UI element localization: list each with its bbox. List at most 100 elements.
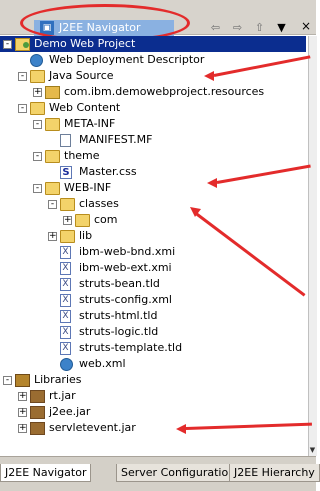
tree-label: j2ee.jar bbox=[49, 405, 91, 418]
tree-row[interactable]: Xstruts-logic.tld bbox=[0, 324, 306, 340]
folder-icon bbox=[45, 118, 60, 131]
tree-label: ibm-web-bnd.xmi bbox=[79, 245, 176, 258]
tree-row[interactable]: + com bbox=[0, 212, 306, 228]
tree-row[interactable]: + lib bbox=[0, 228, 306, 244]
expand-icon[interactable]: + bbox=[63, 216, 72, 225]
back-icon[interactable]: ⇦ bbox=[209, 21, 222, 34]
web-xml-icon bbox=[60, 358, 73, 371]
folder-icon bbox=[45, 150, 60, 163]
tree-row[interactable]: Xstruts-template.tld bbox=[0, 340, 306, 356]
source-folder-icon bbox=[30, 70, 45, 83]
forward-icon[interactable]: ⇨ bbox=[231, 21, 244, 34]
tree-label: classes bbox=[79, 197, 119, 210]
jar-icon bbox=[30, 422, 45, 435]
collapse-icon[interactable]: - bbox=[48, 200, 57, 209]
annotation-arrowhead-java-source bbox=[204, 71, 214, 81]
tree-label: struts-html.tld bbox=[79, 309, 158, 322]
collapse-icon[interactable]: - bbox=[18, 104, 27, 113]
scroll-down-arrow[interactable]: ▼ bbox=[309, 446, 316, 456]
expand-icon[interactable]: + bbox=[48, 232, 57, 241]
tree-row[interactable]: S Master.css bbox=[0, 164, 306, 180]
tree-row[interactable]: - Web Content bbox=[0, 100, 306, 116]
tree-row[interactable]: + rt.jar bbox=[0, 388, 306, 404]
tree-row[interactable]: - WEB-INF bbox=[0, 180, 306, 196]
annotation-arrowhead-libraries bbox=[176, 424, 186, 434]
folder-icon bbox=[75, 214, 90, 227]
jar-icon bbox=[30, 406, 45, 419]
tree-label: struts-logic.tld bbox=[79, 325, 159, 338]
bottom-tabs: J2EE Navigator Server Configuration J2EE… bbox=[0, 456, 320, 491]
project-icon bbox=[15, 38, 30, 51]
navigator-titlebar: ▣ J2EE Navigator ⇦ ⇨ ⇧ ▼ × bbox=[0, 0, 316, 42]
tab-server-configuration[interactable]: Server Configuration bbox=[116, 464, 241, 482]
tree-label: Demo Web Project bbox=[34, 37, 136, 50]
tree-row[interactable]: MANIFEST.MF bbox=[0, 132, 306, 148]
tree-label: WEB-INF bbox=[64, 181, 112, 194]
tree-row[interactable]: + j2ee.jar bbox=[0, 404, 306, 420]
deployment-icon bbox=[30, 54, 43, 67]
tree-row[interactable]: - theme bbox=[0, 148, 306, 164]
tld-file-icon: X bbox=[60, 326, 71, 339]
tree-label: ibm-web-ext.xmi bbox=[79, 261, 172, 274]
expand-icon[interactable]: + bbox=[18, 392, 27, 401]
project-tree[interactable]: - Demo Web Project Web Deployment Descript… bbox=[0, 36, 309, 456]
tree-row[interactable]: - META-INF bbox=[0, 116, 306, 132]
folder-icon bbox=[60, 230, 75, 243]
vertical-scrollbar[interactable] bbox=[308, 36, 317, 456]
annotation-arrowhead-theme bbox=[207, 178, 217, 188]
tree-label: Web Content bbox=[49, 101, 121, 114]
xmi-file-icon: X bbox=[60, 262, 71, 275]
expand-icon[interactable]: + bbox=[18, 424, 27, 433]
tab-j2ee-navigator[interactable]: J2EE Navigator bbox=[0, 464, 92, 482]
collapse-icon[interactable]: - bbox=[33, 152, 42, 161]
collapse-icon[interactable]: - bbox=[33, 120, 42, 129]
tree-row[interactable]: - classes bbox=[0, 196, 306, 212]
tree-label: rt.jar bbox=[49, 389, 76, 402]
tree-label: theme bbox=[64, 149, 100, 162]
tree-row[interactable]: + com.ibm.demowebproject.resources bbox=[0, 84, 306, 100]
tree-row[interactable]: Xstruts-html.tld bbox=[0, 308, 306, 324]
xml-file-icon: X bbox=[60, 294, 71, 307]
tree-label: META-INF bbox=[64, 117, 116, 130]
close-icon[interactable]: × bbox=[301, 19, 311, 33]
collapse-icon[interactable]: - bbox=[33, 184, 42, 193]
xmi-file-icon: X bbox=[60, 246, 71, 259]
tree-row[interactable]: Xibm-web-bnd.xmi bbox=[0, 244, 306, 260]
tree-label: Java Source bbox=[49, 69, 114, 82]
tree-label: Libraries bbox=[34, 373, 82, 386]
tree-row[interactable]: + servletevent.jar bbox=[0, 420, 306, 436]
collapse-icon[interactable]: - bbox=[3, 40, 12, 49]
collapse-icon[interactable]: - bbox=[3, 376, 12, 385]
folder-icon bbox=[45, 182, 60, 195]
tree-label: struts-template.tld bbox=[79, 341, 183, 354]
tree-label: MANIFEST.MF bbox=[79, 133, 153, 146]
tree-row[interactable]: - Demo Web Project bbox=[0, 36, 306, 52]
file-icon bbox=[60, 134, 71, 147]
tree-row[interactable]: - Java Source bbox=[0, 68, 306, 84]
tree-row[interactable]: Xstruts-bean.tld bbox=[0, 276, 306, 292]
package-icon bbox=[45, 86, 60, 99]
expand-icon[interactable]: + bbox=[18, 408, 27, 417]
tree-label: com.ibm.demowebproject.resources bbox=[64, 85, 265, 98]
folder-icon bbox=[60, 198, 75, 211]
tree-label: struts-bean.tld bbox=[79, 277, 160, 290]
tree-row[interactable]: - Libraries bbox=[0, 372, 306, 388]
jar-icon bbox=[30, 390, 45, 403]
tree-row[interactable]: web.xml bbox=[0, 356, 306, 372]
tree-label: Web Deployment Descriptor bbox=[49, 53, 205, 66]
tree-label: web.xml bbox=[79, 357, 126, 370]
tree-label: com bbox=[94, 213, 118, 226]
tree-row[interactable]: Xstruts-config.xml bbox=[0, 292, 306, 308]
tab-j2ee-hierarchy[interactable]: J2EE Hierarchy bbox=[229, 464, 320, 482]
tld-file-icon: X bbox=[60, 278, 71, 291]
collapse-icon[interactable]: - bbox=[18, 72, 27, 81]
menu-icon[interactable]: ▼ bbox=[275, 21, 288, 34]
expand-icon[interactable]: + bbox=[33, 88, 42, 97]
libraries-icon bbox=[15, 374, 30, 387]
css-file-icon: S bbox=[60, 166, 72, 179]
tld-file-icon: X bbox=[60, 310, 71, 323]
up-icon[interactable]: ⇧ bbox=[253, 21, 266, 34]
web-folder-icon bbox=[30, 102, 45, 115]
tree-label: servletevent.jar bbox=[49, 421, 136, 434]
tld-file-icon: X bbox=[60, 342, 71, 355]
